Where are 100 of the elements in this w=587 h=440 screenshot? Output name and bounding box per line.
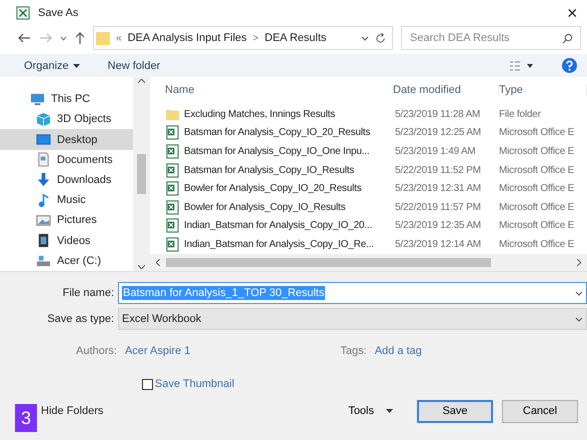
column-header[interactable]: Type	[499, 84, 587, 96]
sidebar-item[interactable]: Videos	[0, 230, 133, 251]
chevron-down-icon[interactable]	[575, 316, 583, 322]
film-icon	[36, 233, 51, 248]
date-cell-text: 5/23/2019 1:49 AM	[395, 146, 477, 157]
file-row[interactable]: Bowler for Analysis_Copy_IO_Results 5/22/2019 11:57 PM Microsoft Office E	[150, 198, 587, 217]
type-cell-text: Microsoft Office E	[499, 127, 576, 138]
file-row[interactable]: Bowler for Analysis_Copy_IO_20_Results 5/23/2019 12:31 AM Microsoft Office E	[150, 179, 587, 198]
up-arrow-icon[interactable]	[75, 32, 85, 44]
file-name: Excluding Matches, Innings Results	[184, 108, 336, 120]
type-cell-text: Microsoft Office E	[499, 238, 576, 250]
checkbox[interactable]	[142, 378, 153, 390]
authors-link[interactable]: Acer Aspire 1	[124, 345, 190, 357]
scroll-right-icon[interactable]	[577, 259, 581, 266]
hide-folders-toggle[interactable]: Hide Folders	[41, 405, 342, 417]
file-row[interactable]: Excluding Matches, Innings Results 5/23/2019 11:28 AM File folder	[150, 105, 587, 124]
spreadsheet-icon	[165, 125, 180, 140]
tools-menu[interactable]: Tools	[342, 404, 399, 418]
type-cell-text: Microsoft Office E	[499, 183, 576, 194]
cube-icon	[36, 112, 51, 127]
field-label: File name:	[62, 287, 115, 299]
column-header[interactable]: Name	[165, 84, 393, 96]
scroll-thumb[interactable]	[166, 258, 491, 267]
add-tag-link[interactable]: Add a tag	[374, 345, 422, 357]
spreadsheet-app-icon	[16, 6, 30, 20]
new-folder-button[interactable]: New folder	[108, 60, 160, 72]
spreadsheet-icon	[165, 218, 180, 234]
scroll-left-icon[interactable]	[156, 259, 160, 266]
file-name: Indian_Batsman for Analysis_Copy_IO_Re...	[184, 238, 374, 250]
date-cell-text: 5/22/2019 11:52 PM	[395, 164, 482, 176]
file-name: Bowler for Analysis_Copy_IO_Results	[184, 202, 346, 213]
overflow-chevron[interactable]: «	[116, 32, 122, 44]
sidebar-item[interactable]: Desktop	[0, 129, 133, 150]
computer-icon	[30, 92, 45, 107]
save-button[interactable]: Save	[417, 400, 493, 422]
file-type-dropdown[interactable]: Excel Workbook	[118, 308, 587, 330]
horizontal-scrollbar[interactable]	[150, 254, 587, 271]
refresh-icon[interactable]	[375, 32, 386, 44]
file-row[interactable]: Indian_Batsman for Analysis_Copy_IO_Re... 5/23/2019 12:14 AM Microsoft Office E	[150, 235, 587, 254]
address-bar[interactable]: « DEA Analysis Input Files > DEA Results	[93, 26, 393, 50]
organize-button[interactable]: Organize	[24, 60, 80, 72]
type-cell-text: Microsoft Office E	[499, 220, 576, 232]
file-name: Batsman for Analysis_Copy_IO_One Inpu...	[184, 146, 370, 157]
spreadsheet-icon	[165, 200, 180, 215]
file-row[interactable]: Batsman for Analysis_Copy_IO_Results 5/22/2019 11:52 PM Microsoft Office E	[150, 160, 587, 180]
date-cell-text: 5/22/2019 11:57 PM	[395, 202, 482, 213]
column-header[interactable]: Date modified	[393, 84, 499, 96]
sidebar-item[interactable]: Documents	[0, 150, 133, 170]
vertical-scrollbar[interactable]	[133, 77, 150, 271]
chevron-down-icon[interactable]	[575, 290, 583, 296]
document-icon	[36, 152, 51, 168]
file-name: Bowler for Analysis_Copy_IO_20_Results	[184, 183, 362, 194]
cancel-button[interactable]: Cancel	[502, 400, 578, 422]
sidebar-item[interactable]: Downloads	[0, 170, 133, 190]
file-name: Batsman for Analysis_Copy_IO_Results	[184, 164, 354, 176]
desktop-icon	[36, 132, 51, 148]
date-cell-text: 5/23/2019 11:28 AM	[395, 108, 482, 120]
date-cell-text: 5/23/2019 12:35 AM	[395, 220, 482, 232]
authors-label: Authors:	[76, 345, 117, 357]
chevron-down-icon[interactable]	[60, 36, 67, 41]
tags-label: Tags:	[340, 345, 367, 357]
spreadsheet-icon	[165, 144, 180, 159]
date-cell-text: 5/23/2019 12:25 AM	[395, 127, 482, 138]
field-label: Save as type:	[46, 313, 115, 325]
scroll-thumb[interactable]	[137, 154, 146, 194]
window-title: Save As	[38, 7, 80, 20]
type-cell-text: Microsoft Office E	[499, 146, 576, 157]
caret-down-icon[interactable]	[72, 64, 80, 68]
step-badge: 3	[15, 404, 37, 432]
drive-icon	[36, 253, 51, 268]
spreadsheet-icon	[165, 181, 180, 196]
file-name: Indian_Batsman for Analysis_Copy_IO_20...	[184, 220, 372, 232]
sidebar-item[interactable]: Pictures	[0, 210, 133, 231]
scroll-down-icon[interactable]	[138, 265, 145, 269]
back-arrow-icon[interactable]	[18, 33, 31, 44]
path-separator: >	[252, 32, 259, 44]
view-options-icon[interactable]	[510, 60, 534, 71]
file-row[interactable]: Batsman for Analysis_Copy_IO_One Inpu... 5/23/2019 1:49 AM Microsoft Office E	[150, 142, 587, 161]
date-cell-text: 5/23/2019 12:31 AM	[395, 183, 482, 194]
file-row[interactable]: Batsman for Analysis_Copy_IO_20_Results 5/23/2019 12:25 AM Microsoft Office E	[150, 124, 587, 142]
chevron-down-icon[interactable]	[361, 36, 369, 41]
help-icon[interactable]	[562, 58, 577, 74]
breadcrumb[interactable]: DEA Results	[264, 32, 326, 44]
search-icon	[562, 33, 573, 44]
checkbox-label[interactable]: Save Thumbnail	[155, 378, 234, 390]
scroll-up-icon[interactable]	[138, 79, 145, 83]
sidebar-item[interactable]: Acer (C:)	[0, 250, 133, 271]
file-row[interactable]: Indian_Batsman for Analysis_Copy_IO_20... 5/23/2019 12:35 AM Microsoft Office E	[150, 216, 587, 236]
spreadsheet-icon	[165, 162, 180, 178]
sidebar-item[interactable]: This PC	[0, 89, 133, 110]
breadcrumb[interactable]: DEA Analysis Input Files	[128, 32, 247, 44]
type-cell-text: File folder	[499, 108, 542, 120]
sidebar-item[interactable]: Music	[0, 190, 133, 210]
download-arrow-icon	[36, 172, 51, 188]
close-button[interactable]: ×	[567, 2, 587, 24]
search-field[interactable]: Search DEA Results	[401, 26, 581, 50]
caret-down-icon[interactable]	[386, 409, 393, 413]
music-note-icon	[36, 192, 51, 208]
type-cell-text: Microsoft Office E	[499, 164, 576, 176]
sidebar-item[interactable]: 3D Objects	[0, 109, 133, 130]
